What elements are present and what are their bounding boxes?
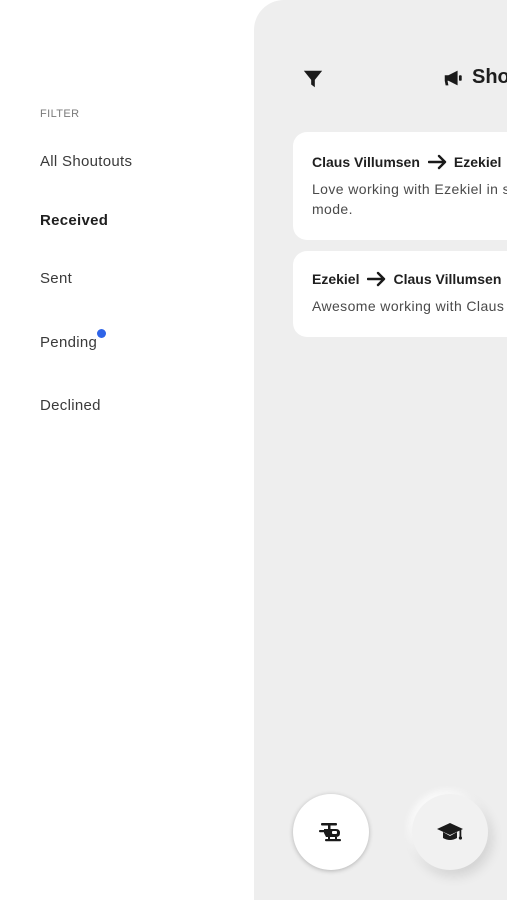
arrow-right-icon: [367, 271, 386, 287]
shoutout-message: Awesome working with Claus: [312, 298, 505, 314]
filter-item-declined[interactable]: Declined: [40, 397, 101, 414]
filter-item-label: Received: [40, 212, 109, 229]
arrow-right-icon: [427, 154, 447, 170]
filter-item-sent[interactable]: Sent: [40, 270, 72, 287]
shoutout-card[interactable]: Ezekiel Claus Villumsen Awesome working …: [293, 251, 507, 337]
shoutout-recipient: Claus Villumsen: [393, 271, 502, 287]
filter-drawer: FILTER All Shoutouts Received Sent Pendi…: [0, 0, 254, 900]
megaphone-icon: [444, 70, 462, 85]
page-title: Shoutouts: [442, 66, 507, 89]
filter-item-received[interactable]: Received: [40, 212, 108, 229]
page-title-text: Shoutouts: [472, 66, 507, 88]
shoutout-sender: Ezekiel: [312, 271, 360, 287]
shoutout-header: Ezekiel Claus Villumsen: [312, 271, 507, 287]
shoutout-recipient: Ezekiel: [453, 154, 502, 170]
shoutout-sender: Claus Villumsen: [312, 154, 420, 170]
app-root: FILTER All Shoutouts Received Sent Pendi…: [0, 0, 507, 900]
filter-item-label: Declined: [40, 397, 101, 414]
filter-heading: FILTER: [40, 108, 80, 120]
helicopter-button[interactable]: [293, 794, 369, 870]
filter-item-label: Pending: [40, 334, 98, 351]
shoutout-header: Claus Villumsen Ezekiel: [312, 154, 507, 170]
graduation-button[interactable]: [412, 794, 488, 870]
filter-item-label: Sent: [40, 270, 73, 287]
funnel-icon[interactable]: [302, 68, 324, 90]
shoutouts-panel: Shoutouts Claus Villumsen Ezekiel Love w…: [254, 0, 507, 900]
shoutout-card[interactable]: Claus Villumsen Ezekiel Love working wit…: [293, 132, 507, 240]
filter-item-pending[interactable]: Pending: [40, 329, 107, 351]
notification-dot: [97, 329, 107, 338]
shoutout-message: Love working with Ezekiel in ship mode.: [312, 181, 507, 217]
graduation-cap-icon: [437, 823, 463, 840]
filter-item-label: All Shoutouts: [40, 153, 133, 170]
helicopter-icon: [319, 823, 341, 842]
filter-item-all-shoutouts[interactable]: All Shoutouts: [40, 153, 132, 170]
